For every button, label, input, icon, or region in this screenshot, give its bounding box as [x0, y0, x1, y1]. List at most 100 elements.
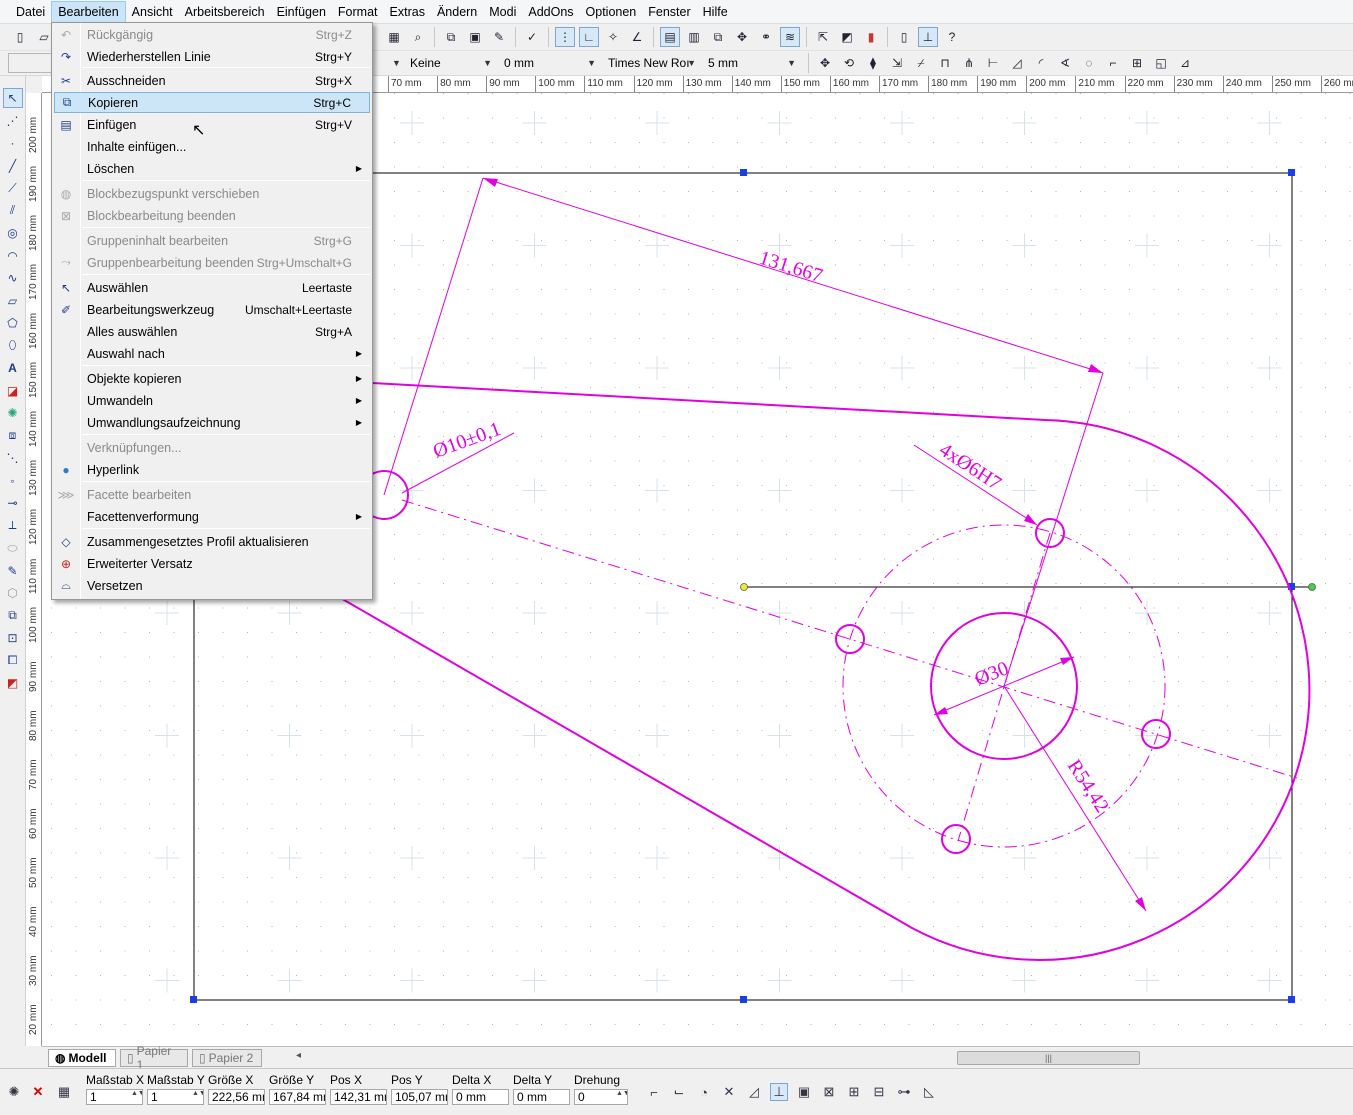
block-tool-icon[interactable]: ⧈ [3, 426, 23, 446]
tab-papier-2[interactable]: ▯ Papier 2 [192, 1049, 262, 1067]
measure-tool-icon[interactable]: ⟂ [3, 516, 23, 536]
crop-tool-icon[interactable]: ⊡ [3, 628, 23, 648]
snap-mid-icon[interactable]: ⌙ [670, 1083, 688, 1101]
tool-settings-icon[interactable]: ✺ [5, 1083, 23, 1101]
snap-off-icon[interactable]: ⊟ [870, 1083, 888, 1101]
snap-grid-icon[interactable]: ⊞ [845, 1083, 863, 1101]
layer-combo[interactable] [8, 53, 52, 73]
menu-9[interactable]: AddOns [522, 2, 579, 22]
status-field-input[interactable]: 142,31 mm [330, 1089, 387, 1105]
help-icon[interactable]: ? [942, 27, 962, 47]
rotate-icon[interactable]: ⟲ [839, 53, 859, 73]
zoom-icon[interactable]: ⌕ [408, 27, 428, 47]
parallel-tool-icon[interactable]: ⫽ [3, 201, 23, 221]
status-field-input[interactable]: 0 mm [452, 1089, 509, 1105]
snap-end-icon[interactable]: ⌐ [645, 1083, 663, 1101]
menu-10[interactable]: Optionen [580, 2, 643, 22]
angle-dim-icon[interactable]: ∢ [1055, 53, 1075, 73]
edit-menu-item[interactable]: ↷ Wiederherstellen Linie Strg+Y [54, 46, 370, 67]
status-field-input[interactable]: 1 ▲▼ [147, 1089, 204, 1105]
menu-2[interactable]: Ansicht [126, 2, 179, 22]
menu-1[interactable]: Bearbeiten [51, 0, 126, 23]
query-icon[interactable]: ◱ [1151, 53, 1171, 73]
tolerance-icon[interactable]: ⊞ [1127, 53, 1147, 73]
curve-tool-icon[interactable]: ∿ [3, 268, 23, 288]
layers-stack-icon[interactable]: ≋ [780, 27, 800, 47]
status-field-input[interactable]: 105,07 mm [391, 1089, 448, 1105]
color-bars-icon[interactable]: ▮ [861, 27, 881, 47]
export-icon[interactable]: ⇱ [813, 27, 833, 47]
snap-intersect-icon[interactable]: ✕ [720, 1083, 738, 1101]
edit-menu-item[interactable]: ⧉ Kopieren Strg+C [54, 92, 370, 113]
edit-menu-item[interactable]: Löschen ▶ [54, 158, 370, 179]
measure-icon[interactable]: ⊿ [1175, 53, 1195, 73]
snap-perp-icon[interactable]: ⊥ [770, 1083, 788, 1101]
solid-tool-icon[interactable]: ⬭ [3, 538, 23, 558]
stretch-icon[interactable]: ⇲ [887, 53, 907, 73]
array-icon[interactable]: ⋔ [959, 53, 979, 73]
snap-object-icon[interactable]: ✧ [603, 27, 623, 47]
trim-icon[interactable]: ⌿ [911, 53, 931, 73]
snap-quad-icon[interactable]: ◺ [920, 1083, 938, 1101]
edit-menu-item[interactable]: ● Hyperlink [54, 459, 370, 480]
edit-menu-item[interactable]: ✂ Ausschneiden Strg+X [54, 70, 370, 91]
edit-menu-item[interactable]: ◇ Zusammengesetztes Profil aktualisieren [54, 531, 370, 552]
edit-menu-item[interactable]: ⌓ Versetzen [54, 575, 370, 596]
chamfer-icon[interactable]: ◿ [1007, 53, 1027, 73]
menu-4[interactable]: Einfügen [271, 2, 332, 22]
edit-menu-item[interactable]: Umwandeln ▶ [54, 390, 370, 411]
edit-menu-item[interactable]: ⊕ Erweiterter Versatz [54, 553, 370, 574]
polygon-tool-icon[interactable]: ⬠ [3, 313, 23, 333]
table-icon[interactable]: ▦ [55, 1083, 73, 1101]
color-tool-icon[interactable]: ◩ [3, 673, 23, 693]
ellipse-tool-icon[interactable]: ⬯ [3, 336, 23, 356]
pen-icon[interactable]: ✎ [489, 27, 509, 47]
font-combo[interactable]: Times New Roı ▼ [604, 53, 700, 73]
status-field-input[interactable]: 167,84 mm [269, 1089, 326, 1105]
page-icon[interactable]: ▯ [894, 27, 914, 47]
fillet-icon[interactable]: ◜ [1031, 53, 1051, 73]
point-tool-icon[interactable]: ⋰ [3, 111, 23, 131]
edit-menu-item[interactable]: Auswahl nach ▶ [54, 343, 370, 364]
edit-menu-item[interactable]: Inhalte einfügen... [54, 136, 370, 157]
edit-menu-item[interactable]: ✐ Bearbeitungswerkzeug Umschalt+Leertaste [54, 299, 370, 320]
spinner-icon[interactable]: ▲▼ [131, 1090, 142, 1103]
move-icon[interactable]: ✥ [732, 27, 752, 47]
edit-menu-item[interactable]: Facettenverformung ▶ [54, 506, 370, 527]
dot-tool-icon[interactable]: · [3, 133, 23, 153]
dimension-icon[interactable]: ⊢ [983, 53, 1003, 73]
edit-menu-item[interactable]: Alles auswählen Strg+A [54, 321, 370, 342]
node-tool-icon[interactable]: ◦ [3, 471, 23, 491]
frame-icon[interactable]: ▥ [684, 27, 704, 47]
spellcheck-icon[interactable]: ✓ [522, 27, 542, 47]
picture-icon[interactable]: ▣ [465, 27, 485, 47]
fill-tool-icon[interactable]: ◪ [3, 381, 23, 401]
menu-6[interactable]: Extras [384, 2, 431, 22]
symbol-tool-icon[interactable]: ✺ [3, 403, 23, 423]
edit-menu-item[interactable]: ↖ Auswählen Leertaste [54, 277, 370, 298]
circle-tool-icon[interactable]: ◎ [3, 223, 23, 243]
tab-modell[interactable]: ◍ Modell [48, 1049, 116, 1067]
snap-nearest-icon[interactable]: ⊠ [820, 1083, 838, 1101]
cancel-icon[interactable]: ✕ [29, 1083, 47, 1101]
snap-angle-icon[interactable]: ∠ [627, 27, 647, 47]
move-arrows-icon[interactable]: ✥ [815, 53, 835, 73]
layer-icon[interactable]: ⧉ [441, 27, 461, 47]
tab-papier-1[interactable]: ▯ Papier 1 [120, 1044, 188, 1072]
menu-8[interactable]: Modi [483, 2, 522, 22]
spinner-icon[interactable]: ▲▼ [616, 1090, 627, 1103]
spinner-icon[interactable]: ▲▼ [192, 1090, 203, 1103]
snap-tangent-icon[interactable]: ◿ [745, 1083, 763, 1101]
line-tool-icon[interactable]: ╱ [3, 156, 23, 176]
scroll-left-icon[interactable]: ◂ [296, 1050, 301, 1061]
menu-12[interactable]: Hilfe [697, 2, 734, 22]
page-view-icon[interactable]: ▤ [660, 27, 680, 47]
rectangle-tool-icon[interactable]: ▱ [3, 291, 23, 311]
menu-0[interactable]: Datei [10, 2, 51, 22]
edit-tool-icon[interactable]: ✎ [3, 561, 23, 581]
select-tool-icon[interactable]: ↖ [2, 88, 23, 108]
menu-7[interactable]: Ändern [431, 2, 483, 22]
ortho-icon[interactable]: ∟ [579, 27, 599, 47]
menu-11[interactable]: Fenster [642, 2, 696, 22]
horizontal-scrollbar[interactable]: ||| [957, 1051, 1140, 1065]
